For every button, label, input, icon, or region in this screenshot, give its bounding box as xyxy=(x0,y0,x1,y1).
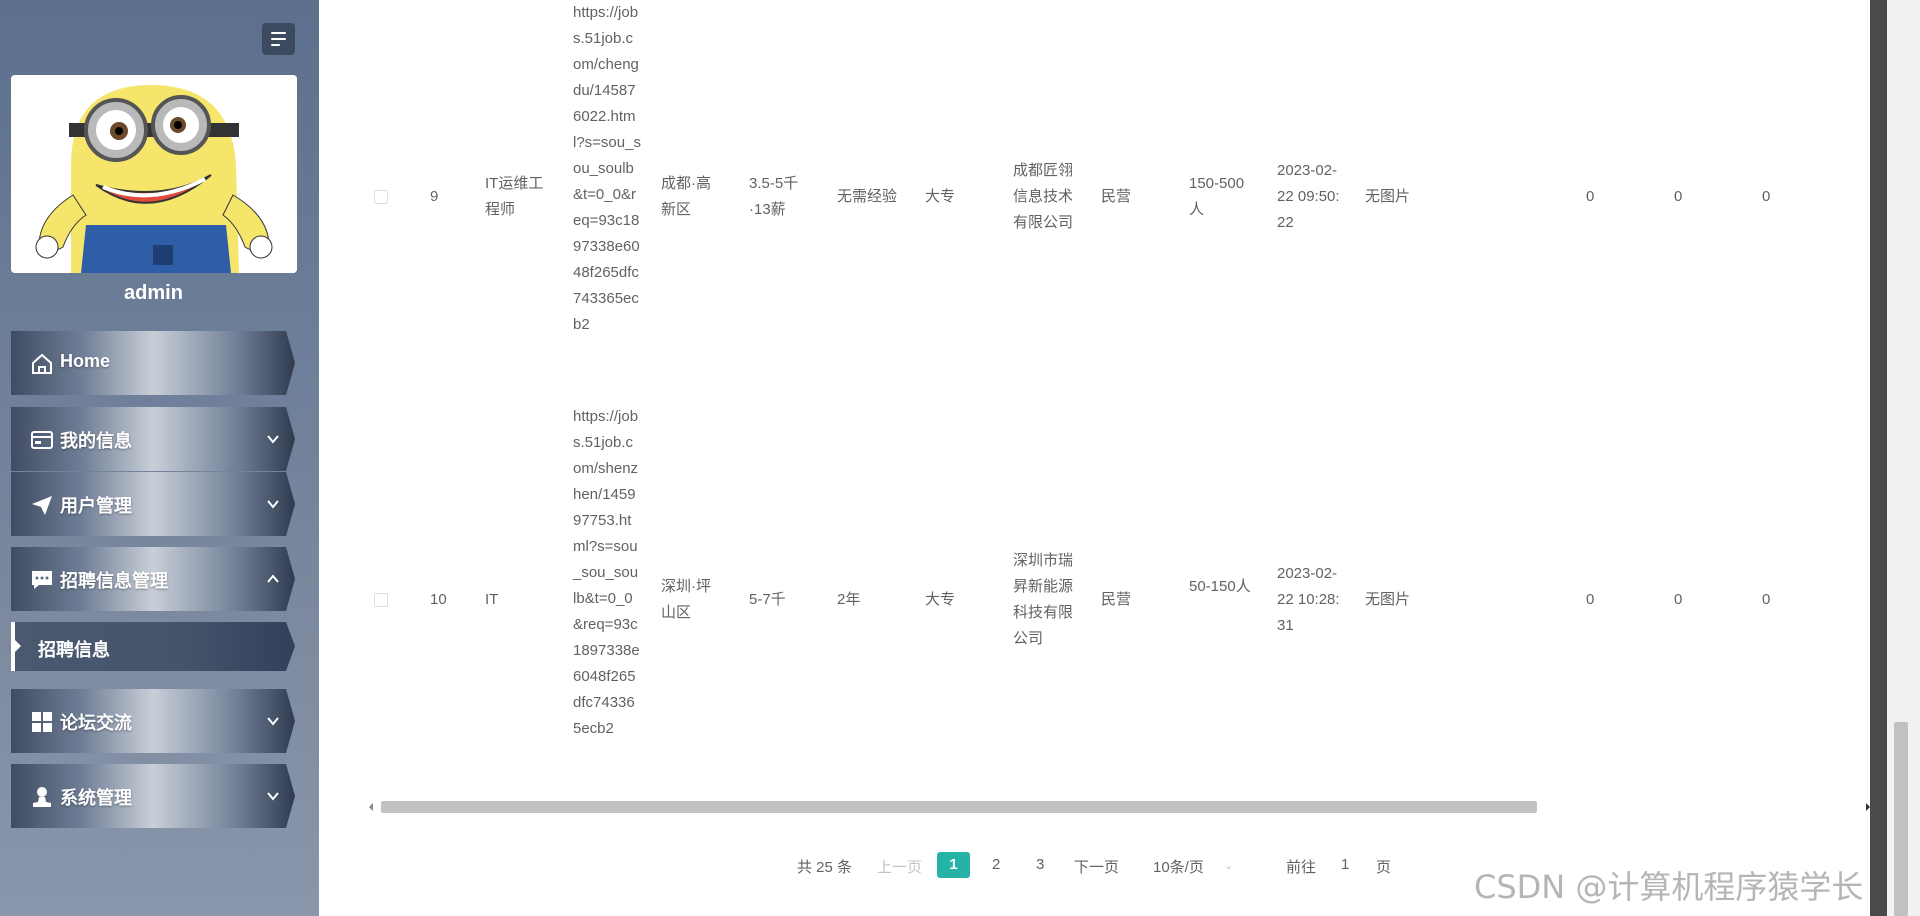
cell-count: 0 xyxy=(1586,591,1595,608)
menu-item-recruitment-management[interactable]: 招聘信息管理 xyxy=(11,547,295,611)
scrollbar-thumb[interactable] xyxy=(1894,722,1908,916)
page-vertical-scrollbar[interactable] xyxy=(1870,0,1920,916)
grid-icon xyxy=(32,712,52,732)
cell-location: 深圳·坪山区 xyxy=(661,578,711,621)
chevron-down-icon xyxy=(267,435,279,444)
page-number-3[interactable]: 3 xyxy=(1036,856,1044,873)
page-size-select[interactable]: 10条/页 xyxy=(1153,856,1204,877)
cell-company: 成都匠翎信息技术有限公司 xyxy=(1013,162,1074,231)
menu-item-my-info[interactable]: 我的信息 xyxy=(11,407,295,471)
goto-page-input[interactable]: 1 xyxy=(1341,856,1349,873)
goto-suffix: 页 xyxy=(1376,859,1392,876)
home-icon xyxy=(32,353,52,374)
cell-count: 0 xyxy=(1762,188,1771,205)
cell-time: 2023-02-22 09:50:22 xyxy=(1277,162,1340,231)
submenu-item-label: 招聘信息 xyxy=(38,640,110,660)
row-checkbox[interactable] xyxy=(374,190,388,204)
cell-education: 大专 xyxy=(925,591,956,608)
chevron-down-icon: ⌄ xyxy=(1224,860,1234,872)
cell-experience: 无需经验 xyxy=(837,188,898,205)
chat-bubble-icon xyxy=(32,571,52,589)
chevron-up-icon xyxy=(267,574,279,583)
cell-count: 0 xyxy=(1674,188,1683,205)
cell-image: 无图片 xyxy=(1365,591,1411,608)
next-page-button[interactable]: 下一页 xyxy=(1074,856,1119,877)
avatar xyxy=(11,75,297,273)
active-arrow-icon xyxy=(15,640,21,652)
menu-item-system-management[interactable]: 系统管理 xyxy=(11,764,295,828)
username: admin xyxy=(124,282,183,304)
cell-count: 0 xyxy=(1762,591,1771,608)
menu-item-label: 我的信息 xyxy=(60,431,132,451)
user-stamp-icon xyxy=(33,787,51,807)
page-number-1[interactable]: 1 xyxy=(937,852,970,878)
cell-experience: 2年 xyxy=(837,591,861,608)
prev-page-button[interactable]: 上一页 xyxy=(877,856,922,877)
menu-item-label: 招聘信息管理 xyxy=(60,571,168,591)
menu-collapse-button[interactable] xyxy=(262,23,295,55)
cell-salary: 5-7千 xyxy=(749,591,786,608)
menu-item-home[interactable]: Home xyxy=(11,331,295,395)
cell-company: 深圳市瑞昇新能源科技有限公司 xyxy=(1013,552,1074,647)
cell-index: 9 xyxy=(430,188,439,205)
menu-item-label: 系统管理 xyxy=(60,788,132,808)
watermark: CSDN @计算机程序猿学长 xyxy=(1474,868,1864,906)
menu-item-label: Home xyxy=(60,351,111,371)
cell-url[interactable]: https://jobs.51job.com/chengdu/145876022… xyxy=(573,0,641,338)
menu-item-user-management[interactable]: 用户管理 xyxy=(11,472,295,536)
pagination-total: 共 25 条 xyxy=(797,859,853,876)
scrollbar-thumb[interactable] xyxy=(381,801,1537,813)
cell-url[interactable]: https://jobs.51job.com/shenzhen/14599775… xyxy=(573,404,641,742)
table-horizontal-scrollbar[interactable] xyxy=(369,800,1870,814)
cell-company-size: 150-500人 xyxy=(1189,175,1245,218)
cell-title: IT xyxy=(485,591,499,608)
page-number-2[interactable]: 2 xyxy=(992,856,1000,873)
table-row: 10 IT https://jobs.51job.com/shenzhen/14… xyxy=(319,400,1869,800)
cell-company-size: 50-150人 xyxy=(1189,578,1251,595)
cell-salary: 3.5-5千·13薪 xyxy=(749,175,799,218)
paper-plane-icon xyxy=(32,496,52,515)
cell-location: 成都·高新区 xyxy=(661,175,711,218)
cell-education: 大专 xyxy=(925,188,956,205)
main-content: 9 IT运维工程师 https://jobs.51job.com/chengdu… xyxy=(319,0,1870,916)
table-row: 9 IT运维工程师 https://jobs.51job.com/chengdu… xyxy=(319,0,1869,400)
chevron-down-icon xyxy=(267,717,279,726)
menu-item-label: 论坛交流 xyxy=(60,713,132,733)
chevron-down-icon xyxy=(267,500,279,509)
cell-company-type: 民营 xyxy=(1101,188,1132,205)
cell-time: 2023-02-22 10:28:31 xyxy=(1277,565,1340,634)
submenu-item-recruitment-info[interactable]: 招聘信息 xyxy=(11,622,295,671)
minion-avatar-image xyxy=(11,75,297,273)
scrollbar-dark-edge xyxy=(1870,0,1887,916)
cell-index: 10 xyxy=(430,591,447,608)
cell-company-type: 民营 xyxy=(1101,591,1132,608)
scroll-left-arrow-icon[interactable] xyxy=(369,803,373,811)
cell-count: 0 xyxy=(1586,188,1595,205)
cell-image: 无图片 xyxy=(1365,188,1411,205)
cell-count: 0 xyxy=(1674,591,1683,608)
id-card-icon xyxy=(31,431,53,449)
chevron-down-icon xyxy=(267,792,279,801)
cell-title: IT运维工程师 xyxy=(485,175,544,218)
menu-item-label: 用户管理 xyxy=(60,496,132,516)
sidebar: admin Home 我的信息 用户管理 招聘信息管理 招聘信息 论坛交流 系统… xyxy=(0,0,319,916)
goto-label: 前往 xyxy=(1286,859,1317,876)
row-checkbox[interactable] xyxy=(374,593,388,607)
menu-item-forum[interactable]: 论坛交流 xyxy=(11,689,295,753)
